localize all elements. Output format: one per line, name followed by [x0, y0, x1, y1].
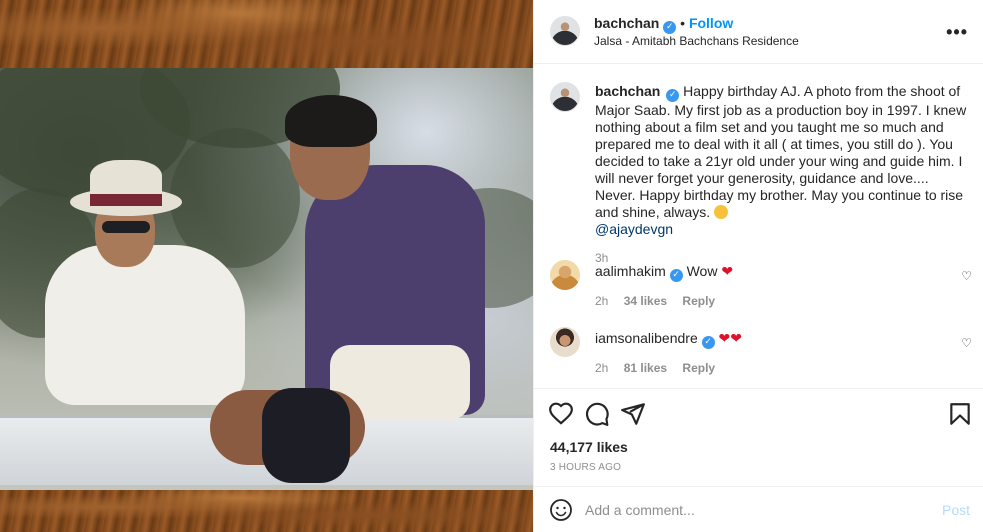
comment-text: Wow [686, 263, 718, 279]
caption: bachchan ✓ Happy birthday AJ. A photo fr… [595, 83, 970, 267]
comments-area[interactable]: bachchan ✓ Happy birthday AJ. A photo fr… [534, 64, 983, 389]
emoji-icon[interactable] [549, 498, 573, 522]
verified-badge-icon: ✓ [701, 336, 715, 349]
post-image[interactable] [0, 0, 533, 532]
comment-input[interactable] [585, 499, 925, 521]
bookmark-icon[interactable] [947, 401, 973, 427]
caption-avatar[interactable] [550, 82, 580, 112]
comment-time: 2h [595, 294, 609, 308]
photo-wood-background-top [0, 0, 533, 70]
caption-username[interactable]: bachchan [595, 83, 660, 99]
author-username[interactable]: bachchan [594, 15, 659, 31]
smile-emoji-icon [714, 205, 729, 219]
post-location[interactable]: Jalsa - Amitabh Bachchans Residence [594, 34, 799, 48]
red-heart-emoji-icon: ❤❤ [718, 330, 742, 346]
verified-badge-icon: ✓ [663, 21, 677, 34]
author-avatar[interactable] [550, 16, 580, 46]
comment-likes[interactable]: 34 likes [624, 294, 667, 308]
verified-badge-icon: ✓ [666, 89, 680, 102]
red-heart-emoji-icon: ❤ [721, 263, 734, 279]
separator-dot: • [680, 15, 686, 31]
comment-username[interactable]: iamsonalibendre [595, 330, 698, 346]
comment-avatar[interactable] [550, 260, 580, 290]
caption-mention[interactable]: @ajaydevgn [595, 221, 673, 237]
post-time[interactable]: 3 HOURS AGO [550, 462, 621, 473]
reply-button[interactable]: Reply [682, 294, 715, 308]
comment-time: 2h [595, 361, 609, 375]
post-comment-button[interactable]: Post [942, 502, 970, 518]
comment-username[interactable]: aalimhakim [595, 263, 666, 279]
comment-row: iamsonalibendre ✓ ❤❤ [595, 330, 742, 349]
post-panel: bachchan ✓ • Follow Jalsa - Amitabh Bach… [533, 0, 983, 532]
post-header: bachchan ✓ • Follow Jalsa - Amitabh Bach… [534, 0, 983, 64]
photo-wood-background-bottom [0, 490, 533, 532]
heart-icon[interactable] [548, 401, 574, 427]
caption-text: Happy birthday AJ. A photo from the shoo… [595, 83, 967, 220]
share-icon[interactable] [620, 401, 646, 427]
action-bar: 44,177 likes 3 HOURS AGO [534, 389, 983, 487]
comment-like-heart-icon[interactable]: ♡ [961, 269, 972, 283]
verified-badge-icon: ✓ [669, 269, 683, 282]
comment-icon[interactable] [584, 401, 610, 427]
follow-button[interactable]: Follow [689, 15, 733, 31]
comment-row: aalimhakim ✓ Wow ❤ [595, 263, 733, 282]
more-icon[interactable]: ••• [946, 22, 968, 43]
reply-button[interactable]: Reply [682, 361, 715, 375]
comment-likes[interactable]: 81 likes [624, 361, 667, 375]
like-count[interactable]: 44,177 likes [550, 439, 628, 455]
comment-avatar[interactable] [550, 327, 580, 357]
comment-like-heart-icon[interactable]: ♡ [961, 336, 972, 350]
add-comment-bar: Post [534, 487, 983, 532]
